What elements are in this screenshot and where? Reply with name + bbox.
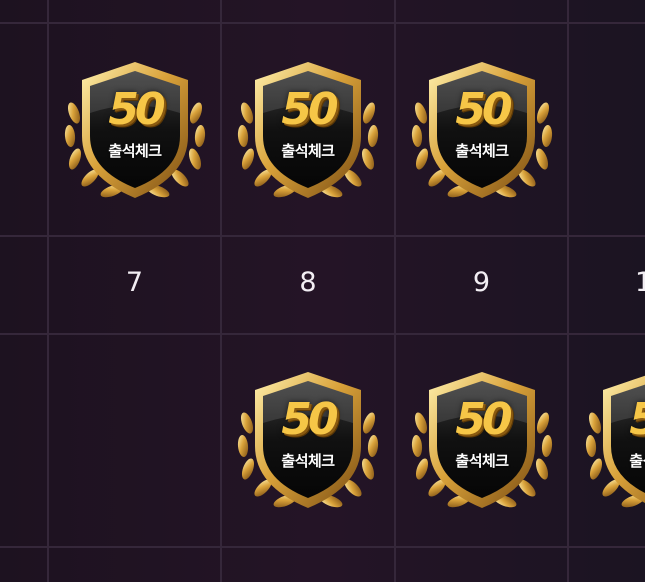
badge-number: 50	[108, 84, 165, 135]
badge-number: 50	[281, 394, 338, 445]
badge-label: 출석체크	[281, 452, 335, 470]
badge-label: 출석체크	[455, 452, 509, 470]
attendance-badge-day-7-row: 50 출석체크	[60, 58, 210, 204]
grid-line	[0, 546, 645, 548]
day-number-10-partial[interactable]: 1	[635, 267, 645, 298]
attendance-badge-day-9: 50 출석체크	[407, 368, 557, 514]
attendance-badge-day-8: 50 출석체크	[233, 368, 383, 514]
badge-label: 출석체크	[108, 142, 162, 160]
badge-number: 50	[455, 394, 512, 445]
badge-label: 출석체크	[281, 142, 335, 160]
grid-line	[567, 0, 569, 582]
attendance-badge-day-10-partial: 50 출석체크	[581, 368, 645, 514]
badge-number: 50	[581, 394, 645, 445]
grid-line	[0, 333, 645, 335]
attendance-badge-partial-clip: 50 출석체크	[581, 368, 645, 514]
badge-number: 50	[455, 84, 512, 135]
badge-label: 출석체크	[455, 142, 509, 160]
badge-number: 50	[281, 84, 338, 135]
attendance-badge-day-9-row: 50 출석체크	[407, 58, 557, 204]
grid-line	[0, 22, 645, 24]
attendance-badge-day-8-row: 50 출석체크	[233, 58, 383, 204]
badge-label: 출석체크	[629, 452, 645, 470]
day-number-9[interactable]: 9	[396, 267, 567, 298]
grid-line	[0, 235, 645, 237]
day-number-8[interactable]: 8	[222, 267, 394, 298]
day-number-7[interactable]: 7	[49, 267, 220, 298]
